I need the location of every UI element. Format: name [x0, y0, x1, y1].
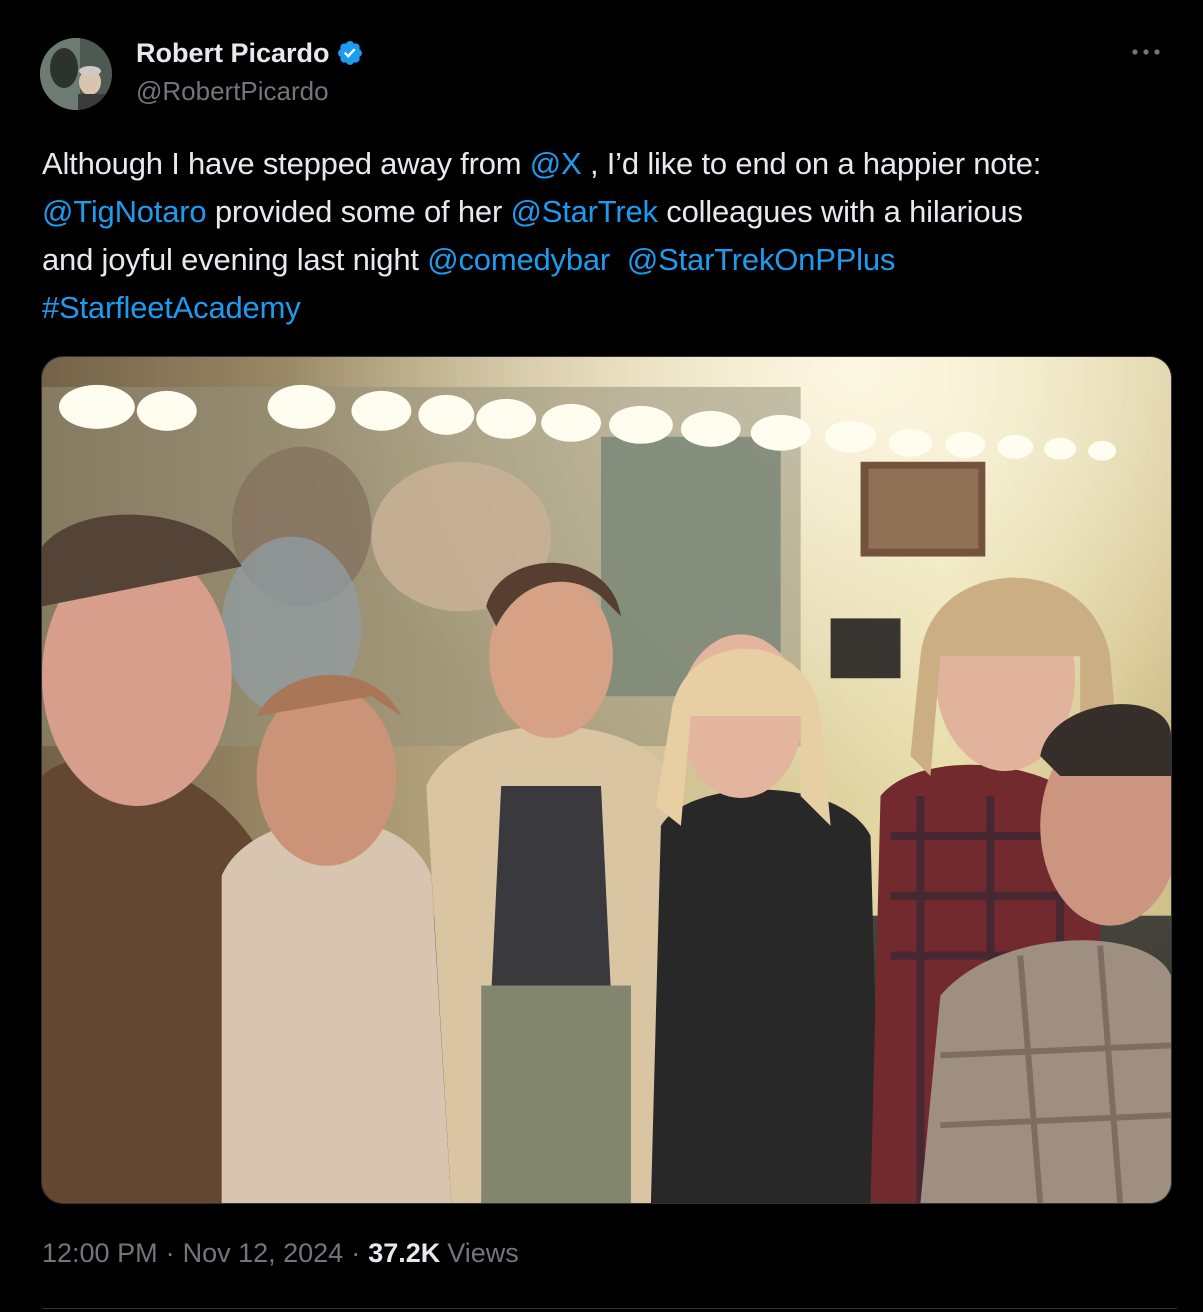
verified-badge-icon[interactable] — [336, 39, 364, 67]
tweet-text-segment: colleagues with a hilarious — [657, 194, 1023, 229]
tweet-card: Robert Picardo @RobertPicardo Although I… — [0, 0, 1203, 1312]
views-count[interactable]: 37.2K — [368, 1238, 440, 1269]
mention-tignotaro[interactable]: @TigNotaro — [42, 194, 207, 229]
tweet-text-segment: provided some of her — [206, 194, 511, 229]
views-label: Views — [447, 1238, 519, 1268]
author-name-row: Robert Picardo — [136, 36, 364, 70]
tweet-text: Although I have stepped away from @X , I… — [42, 140, 1177, 332]
tweet-meta: 12:00 PM · Nov 12, 2024 · 37.2K Views — [42, 1238, 519, 1269]
tweet-text-segment: Although I have stepped away from — [42, 146, 530, 181]
tweet-text-line: and joyful evening last night @comedybar… — [42, 236, 1177, 284]
tweet-text-segment: , I’d like to end on a happier note: — [581, 146, 1042, 181]
hashtag-starfleetacademy[interactable]: #StarfleetAcademy — [42, 290, 301, 325]
divider — [42, 1308, 1177, 1309]
tweet-text-line: Although I have stepped away from @X , I… — [42, 140, 1177, 188]
mention-comedybar[interactable]: @comedybar — [427, 242, 610, 277]
author-display-name[interactable]: Robert Picardo — [136, 38, 330, 69]
mention-startrek[interactable]: @StarTrek — [510, 194, 658, 229]
tweet-text-line: #StarfleetAcademy — [42, 284, 1177, 332]
mention-x[interactable]: @X — [530, 146, 582, 181]
tweet-header: Robert Picardo @RobertPicardo — [40, 32, 1170, 112]
tweet-text-segment: and joyful evening last night — [42, 242, 428, 277]
author-handle[interactable]: @RobertPicardo — [136, 76, 329, 107]
meta-separator: · — [165, 1238, 175, 1268]
more-horizontal-icon — [1132, 49, 1160, 55]
tweet-photo[interactable] — [41, 356, 1172, 1204]
avatar[interactable] — [40, 38, 112, 110]
meta-separator: · — [351, 1238, 361, 1268]
group-selfie-image — [42, 357, 1171, 1203]
tweet-time[interactable]: 12:00 PM — [42, 1238, 158, 1269]
mention-startrekonpplus[interactable]: @StarTrekOnPPlus — [627, 242, 896, 277]
tweet-text-line: @TigNotaro provided some of her @StarTre… — [42, 188, 1177, 236]
tweet-date[interactable]: Nov 12, 2024 — [183, 1238, 344, 1269]
tweet-text-segment — [610, 242, 627, 277]
more-options-button[interactable] — [1126, 38, 1166, 66]
